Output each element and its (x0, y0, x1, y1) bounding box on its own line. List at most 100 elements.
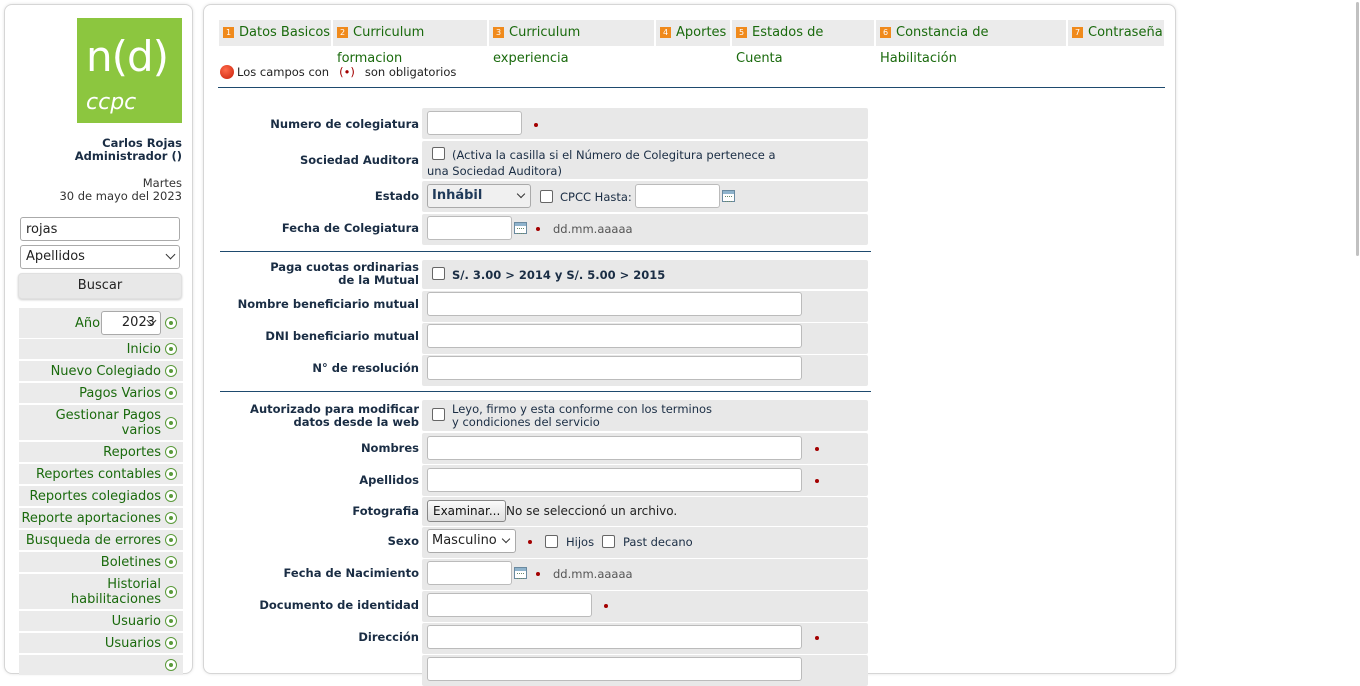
sexo-select[interactable]: Masculino (427, 529, 516, 553)
tab-label: Curriculum experiencia (493, 25, 581, 66)
nav-reportes-colegiados[interactable]: Reportes colegiados (19, 486, 183, 506)
year-label: Año (75, 316, 101, 331)
tab-number: 2 (337, 27, 348, 38)
autorizado-hint: Leyo, firmo y esta conforme con los term… (452, 403, 712, 429)
nav-usuario[interactable]: Usuario (19, 611, 183, 631)
tab-number: 4 (660, 27, 671, 38)
documento-input[interactable] (427, 593, 592, 617)
sociedad-hint-2: una Sociedad Auditora) (427, 164, 562, 178)
chevron-down-icon (501, 534, 511, 544)
search-input[interactable] (20, 217, 180, 241)
circle-icon (165, 343, 177, 355)
circle-icon (165, 659, 177, 671)
calendar-icon[interactable] (514, 567, 527, 579)
chevron-down-icon (516, 189, 526, 199)
tab-label: Aportes (676, 25, 727, 40)
label-numero-colegiatura: Numero de colegiatura (270, 117, 419, 131)
nav-inicio[interactable]: Inicio (19, 339, 183, 359)
logo-subtext: ccpc (86, 90, 137, 115)
user-role: Administrador () (74, 149, 182, 163)
search-field-select[interactable]: Apellidos (20, 245, 180, 269)
cpcc-checkbox[interactable] (540, 190, 553, 203)
circle-icon (165, 416, 177, 429)
autorizado-checkbox[interactable] (432, 408, 445, 421)
sexo-value: Masculino (432, 533, 497, 548)
required-mark: (•) (339, 65, 355, 79)
nav-label: Nuevo Colegiado (50, 364, 161, 379)
tab-curriculum-experiencia[interactable]: 3 Curriculum experiencia (489, 20, 654, 66)
past-decano-checkbox[interactable] (602, 535, 615, 548)
tab-number: 6 (880, 27, 891, 38)
nav-historial-habilitaciones[interactable]: Historial habilitaciones (19, 574, 183, 609)
required-note-post: son obligatorios (364, 65, 457, 79)
nav-nuevo-colegiado[interactable]: Nuevo Colegiado (19, 361, 183, 381)
tab-label: Curriculum formacion (337, 25, 425, 66)
calendar-icon[interactable] (514, 222, 527, 234)
circle-icon (165, 387, 177, 399)
nombres-input[interactable] (427, 436, 802, 460)
dni-beneficiario-input[interactable] (427, 324, 802, 348)
nav-label: Historial (107, 577, 161, 592)
direccion-input[interactable] (427, 625, 802, 649)
partial-input[interactable] (427, 657, 802, 681)
nav-reportes[interactable]: Reportes (19, 442, 183, 462)
search-button[interactable]: Buscar (18, 273, 182, 299)
circle-icon (165, 512, 177, 524)
label-line: de la Mutual (338, 273, 419, 287)
scrollbar-thumb[interactable] (1356, 2, 1359, 256)
tab-label: Constancia de Habilitación (880, 25, 989, 66)
calendar-icon[interactable] (722, 190, 735, 202)
n-resolucion-input[interactable] (427, 356, 802, 380)
nav-usuarios[interactable]: Usuarios (19, 633, 183, 653)
nav-pagos-varios[interactable]: Pagos Varios (19, 383, 183, 403)
nav-label: Reporte aportaciones (21, 511, 161, 526)
circle-icon (165, 556, 177, 568)
label-direccion: Dirección (358, 630, 419, 644)
required-dot (604, 604, 608, 608)
nav-gestionar-pagos-varios[interactable]: Gestionar Pagos varios (19, 405, 183, 440)
paga-cuotas-checkbox[interactable] (432, 267, 445, 280)
estado-select[interactable]: Inhábil (427, 184, 531, 208)
tab-curriculum-formacion[interactable]: 2 Curriculum formacion (333, 20, 487, 66)
tab-contrasena[interactable]: 7 Contraseña (1068, 20, 1164, 46)
nav-busqueda-errores[interactable]: Busqueda de errores (19, 530, 183, 550)
required-dot (528, 540, 532, 544)
nav-label: varios (121, 423, 161, 438)
tab-datos-basicos[interactable]: 1 Datos Basicos (219, 20, 331, 46)
estado-value: Inhábil (432, 188, 483, 203)
tab-label: Datos Basicos (239, 25, 331, 40)
nav-boletines[interactable]: Boletines (19, 552, 183, 572)
apellidos-input[interactable] (427, 468, 802, 492)
sidebar: n(d) ccpc Carlos Rojas Administrador () … (4, 4, 193, 675)
year-select[interactable]: 2023 (101, 311, 161, 335)
past-decano-label: Past decano (623, 535, 693, 549)
circle-icon (165, 615, 177, 627)
examinar-button[interactable]: Examinar... (427, 500, 507, 522)
sociedad-auditora-checkbox[interactable] (432, 147, 445, 160)
divider (220, 251, 871, 252)
tab-aportes[interactable]: 4 Aportes (656, 20, 730, 46)
nombre-beneficiario-input[interactable] (427, 292, 802, 316)
nav-reportes-contables[interactable]: Reportes contables (19, 464, 183, 484)
nav-label: Usuario (111, 614, 161, 629)
numero-colegiatura-input[interactable] (427, 111, 522, 135)
date: 30 de mayo del 2023 (59, 189, 182, 203)
label-autorizado: Autorizado para modificar datos desde la … (209, 403, 419, 429)
date-hint: dd.mm.aaaaa (553, 567, 633, 581)
logo-text: n(d) (86, 32, 169, 81)
tab-number: 7 (1072, 27, 1083, 38)
required-dot (815, 636, 819, 640)
tab-constancia-habilitacion[interactable]: 6 Constancia de Habilitación (876, 20, 1066, 66)
nav-item-partial[interactable] (19, 655, 183, 675)
fecha-nacimiento-input[interactable] (427, 561, 512, 585)
hijos-label: Hijos (566, 535, 595, 549)
nav-reporte-aportaciones[interactable]: Reporte aportaciones (19, 508, 183, 528)
nav-label: Boletines (100, 555, 161, 570)
year-filter: Año 2023 (19, 308, 183, 338)
fecha-colegiatura-input[interactable] (427, 216, 512, 240)
no-file-text: No se seleccionó un archivo. (506, 504, 678, 518)
cpcc-label: CPCC Hasta: (560, 190, 632, 204)
tab-estados-cuenta[interactable]: 5 Estados de Cuenta (732, 20, 874, 66)
hijos-checkbox[interactable] (545, 535, 558, 548)
cpcc-hasta-input[interactable] (635, 184, 720, 208)
